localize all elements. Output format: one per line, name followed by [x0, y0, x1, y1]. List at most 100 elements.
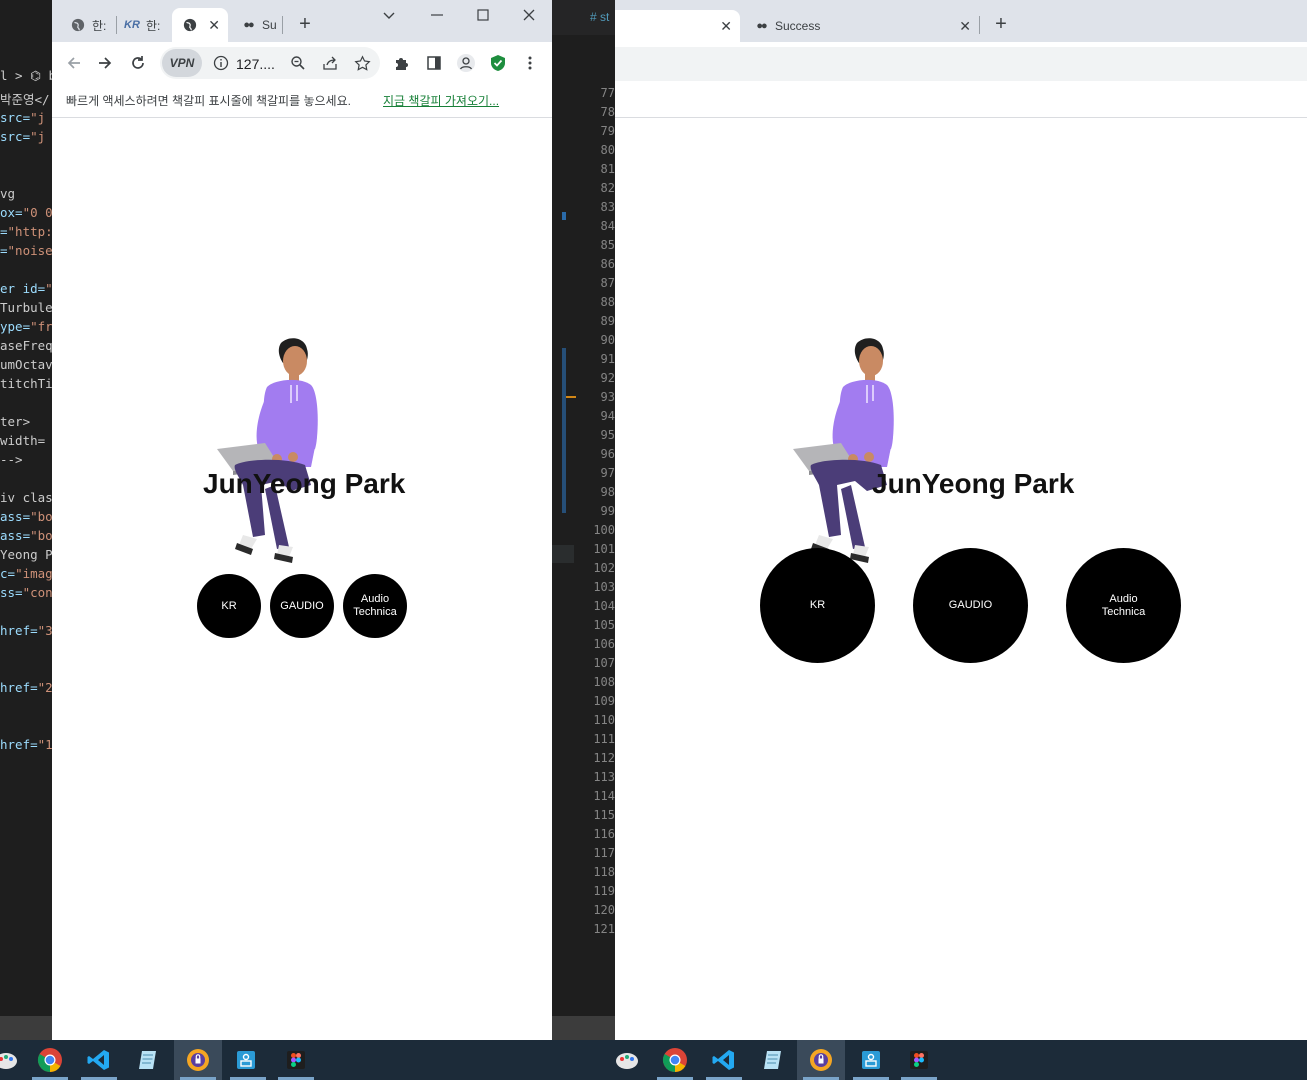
- audio-technica-button[interactable]: Audio Technica: [1066, 548, 1181, 663]
- code-line: ass="bo: [0, 509, 52, 524]
- code-line: 박준영</: [0, 92, 50, 107]
- code-line: er id=": [0, 281, 52, 296]
- close-tab-icon[interactable]: ✕: [208, 17, 220, 34]
- menu-kebab-icon[interactable]: [519, 52, 541, 74]
- tab-3-active[interactable]: ✕: [172, 8, 228, 42]
- clipboard-app-icon[interactable]: [232, 1046, 260, 1074]
- paint-app-icon[interactable]: [613, 1046, 641, 1074]
- bookmark-star-icon[interactable]: [351, 52, 373, 74]
- browser-window-left: 한: KR 한: ✕ ●● Su + VPN 127.... 빠르게 액세스하려…: [52, 0, 552, 1040]
- tab-1[interactable]: 한:: [60, 8, 112, 42]
- line-number: 101: [593, 542, 615, 556]
- code-line: Yeong P: [0, 547, 52, 562]
- code-line: ter>: [0, 414, 31, 429]
- tab-4[interactable]: ●● Su: [230, 8, 282, 42]
- line-number: 110: [593, 713, 615, 727]
- line-number: 90: [600, 333, 615, 347]
- tab-active[interactable]: ✕: [615, 10, 740, 42]
- notepad-app-icon[interactable]: [759, 1046, 787, 1074]
- profile-avatar-icon[interactable]: [455, 52, 477, 74]
- taskbar-left: [0, 1040, 615, 1080]
- vpn-badge[interactable]: VPN: [162, 49, 202, 77]
- page-content: JunYeong Park KR GAUDIO Audio Technica: [52, 118, 552, 1040]
- close-tab-icon[interactable]: ✕: [959, 18, 971, 35]
- import-bookmarks-link[interactable]: 지금 책갈피 가져오기...: [383, 92, 499, 109]
- forward-arrow-icon[interactable]: [94, 52, 116, 74]
- code-line: iv clas: [0, 490, 52, 505]
- close-window-icon[interactable]: [522, 8, 536, 22]
- code-line: ype="fr: [0, 319, 52, 334]
- site-info-icon[interactable]: [210, 52, 232, 74]
- editor-scrollbar[interactable]: [552, 1016, 615, 1040]
- line-number: 86: [600, 257, 615, 271]
- editor-scrollbar-left[interactable]: [0, 1016, 52, 1040]
- minimize-icon[interactable]: [430, 8, 444, 22]
- code-line: ass="bo: [0, 528, 52, 543]
- notepad-app-icon[interactable]: [134, 1046, 162, 1074]
- line-number: 114: [593, 789, 615, 803]
- zoom-icon[interactable]: [287, 52, 309, 74]
- clipboard-app-icon[interactable]: [857, 1046, 885, 1074]
- line-number: 99: [600, 504, 615, 518]
- security-app-icon[interactable]: [184, 1046, 212, 1074]
- code-editor-middle: # st css 7778798081828384858687888990919…: [552, 0, 615, 1040]
- extensions-puzzle-icon[interactable]: [391, 52, 413, 74]
- back-arrow-icon[interactable]: [63, 52, 85, 74]
- line-number: 100: [593, 523, 615, 537]
- line-number: 121: [593, 922, 615, 936]
- line-number: 97: [600, 466, 615, 480]
- new-tab-button[interactable]: +: [294, 14, 316, 36]
- chrome-app-icon[interactable]: [661, 1046, 689, 1074]
- figma-app-icon[interactable]: [282, 1046, 310, 1074]
- vscode-app-icon[interactable]: [710, 1046, 738, 1074]
- line-number: 96: [600, 447, 615, 461]
- tab-2[interactable]: KR 한:: [114, 8, 170, 42]
- reload-icon[interactable]: [127, 52, 149, 74]
- editor-tab-label[interactable]: # st: [590, 10, 609, 24]
- line-number: 118: [593, 865, 615, 879]
- line-number: 82: [600, 181, 615, 195]
- audio-technica-button[interactable]: Audio Technica: [343, 574, 407, 638]
- tab-success[interactable]: ●● Success ✕: [743, 10, 979, 42]
- kr-button[interactable]: KR: [760, 548, 875, 663]
- address-text[interactable]: 127....: [236, 56, 275, 72]
- gaudio-button[interactable]: GAUDIO: [270, 574, 334, 638]
- security-app-icon[interactable]: [807, 1046, 835, 1074]
- code-line: l > ⌬ bo: [0, 68, 52, 83]
- line-number: 103: [593, 580, 615, 594]
- line-number: 89: [600, 314, 615, 328]
- eyes-icon: ●●: [756, 20, 767, 32]
- line-number: 94: [600, 409, 615, 423]
- minimap-slider[interactable]: [562, 348, 566, 513]
- avatar-illustration: [215, 335, 327, 563]
- tab-4-label: Su: [262, 18, 277, 32]
- gaudio-button[interactable]: GAUDIO: [913, 548, 1028, 663]
- paint-app-icon[interactable]: [0, 1046, 20, 1074]
- minimap-change-marker: [566, 396, 576, 398]
- code-line: Turbule: [0, 300, 52, 315]
- figma-app-icon[interactable]: [905, 1046, 933, 1074]
- line-number: 80: [600, 143, 615, 157]
- kr-button[interactable]: KR: [197, 574, 261, 638]
- page-content: JunYeong Park KR GAUDIO Audio Technica: [615, 118, 1307, 1040]
- code-line: vg: [0, 186, 16, 201]
- line-number: 111: [593, 732, 615, 746]
- minimap-marker: [562, 212, 566, 220]
- minimap-current-line: [552, 545, 574, 563]
- maximize-icon[interactable]: [476, 8, 490, 22]
- line-number: 117: [593, 846, 615, 860]
- browser-toolbar: [615, 47, 1307, 81]
- line-number: 87: [600, 276, 615, 290]
- eyes-icon: ●●: [243, 19, 254, 31]
- close-tab-icon[interactable]: ✕: [720, 18, 732, 35]
- new-tab-button[interactable]: +: [990, 14, 1012, 36]
- globe-icon: [70, 17, 86, 33]
- bookmark-prompt: 빠르게 액세스하려면 책갈피 표시줄에 책갈피를 놓으세요.: [66, 94, 351, 108]
- chrome-app-icon[interactable]: [36, 1046, 64, 1074]
- line-number: 107: [593, 656, 615, 670]
- shield-extension-icon[interactable]: [487, 52, 509, 74]
- tab-search-chevron-icon[interactable]: [382, 8, 398, 24]
- share-icon[interactable]: [319, 52, 341, 74]
- vscode-app-icon[interactable]: [85, 1046, 113, 1074]
- side-panel-icon[interactable]: [423, 52, 445, 74]
